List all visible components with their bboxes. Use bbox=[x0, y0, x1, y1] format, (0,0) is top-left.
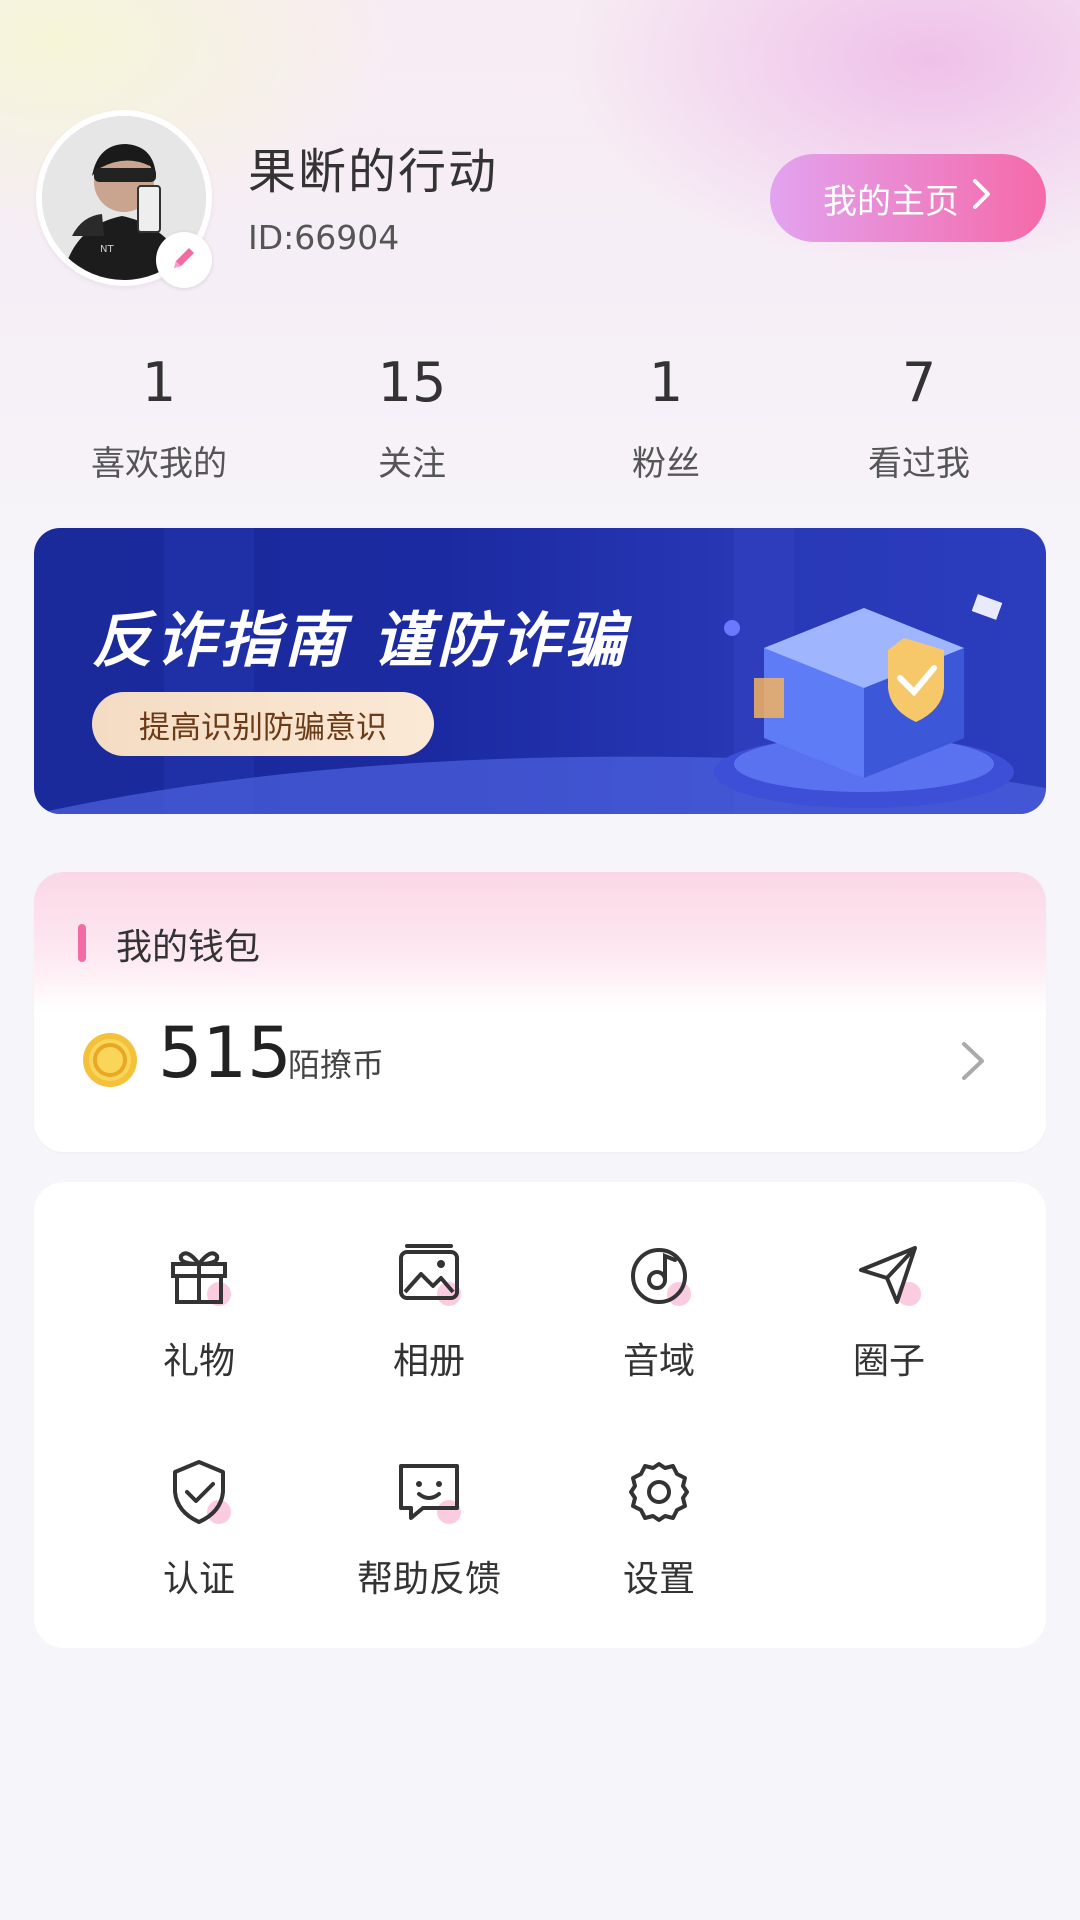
stats-row: 1 喜欢我的 15 关注 1 粉丝 7 看过我 bbox=[0, 348, 1080, 508]
menu-item-help-feedback[interactable]: 帮助反馈 bbox=[314, 1452, 544, 1602]
menu-label: 设置 bbox=[622, 1559, 695, 1600]
menu-item-album[interactable]: 相册 bbox=[314, 1234, 544, 1384]
wallet-balance: 515 bbox=[158, 1012, 292, 1094]
banner-title: 反诈指南 谨防诈骗 bbox=[92, 606, 629, 676]
chevron-right-icon bbox=[971, 177, 993, 220]
username: 果断的行动 bbox=[248, 144, 499, 200]
header-background bbox=[0, 0, 1080, 620]
svg-text:NT: NT bbox=[100, 244, 114, 255]
feature-menu: 礼物 相册 音域 圈子 认证 帮助反馈 设置 bbox=[34, 1182, 1046, 1648]
home-button-label: 我的主页 bbox=[823, 181, 959, 222]
chevron-right-icon bbox=[954, 1036, 994, 1086]
my-homepage-button[interactable]: 我的主页 bbox=[770, 154, 1046, 242]
section-accent-bar bbox=[78, 924, 86, 962]
menu-label: 相册 bbox=[392, 1341, 465, 1382]
menu-label: 音域 bbox=[622, 1341, 695, 1382]
stat-value: 15 bbox=[377, 351, 447, 414]
menu-item-verification[interactable]: 认证 bbox=[84, 1452, 314, 1602]
wallet-title: 我的钱包 bbox=[116, 927, 261, 968]
menu-item-circle[interactable]: 圈子 bbox=[774, 1234, 1004, 1384]
stat-fans[interactable]: 1 粉丝 bbox=[541, 348, 791, 485]
menu-label: 礼物 bbox=[162, 1341, 235, 1382]
stat-following[interactable]: 15 关注 bbox=[287, 348, 537, 485]
stat-label: 喜欢我的 bbox=[91, 444, 227, 484]
edit-avatar-button[interactable] bbox=[156, 232, 212, 288]
stat-label: 看过我 bbox=[868, 444, 970, 484]
stat-visitors[interactable]: 7 看过我 bbox=[794, 348, 1044, 485]
shield-icon bbox=[159, 1452, 239, 1532]
gift-icon bbox=[159, 1234, 239, 1314]
menu-item-gift[interactable]: 礼物 bbox=[84, 1234, 314, 1384]
menu-item-voice-range[interactable]: 音域 bbox=[544, 1234, 774, 1384]
send-icon bbox=[849, 1234, 929, 1314]
stat-value: 1 bbox=[648, 351, 684, 414]
menu-label: 认证 bbox=[162, 1559, 235, 1600]
banner-subtitle-pill: 提高识别防骗意识 bbox=[92, 692, 434, 756]
coin-icon bbox=[82, 1032, 138, 1088]
menu-label: 帮助反馈 bbox=[356, 1559, 501, 1600]
pencil-icon bbox=[169, 243, 199, 277]
stat-value: 1 bbox=[141, 351, 177, 414]
stat-value: 7 bbox=[901, 351, 937, 414]
menu-label: 圈子 bbox=[852, 1341, 925, 1382]
feedback-icon bbox=[389, 1452, 469, 1532]
user-id: ID:66904 bbox=[248, 218, 400, 257]
wallet-currency-unit: 陌撩币 bbox=[288, 1046, 385, 1084]
menu-item-settings[interactable]: 设置 bbox=[544, 1452, 774, 1602]
stat-label: 关注 bbox=[378, 444, 446, 484]
gear-icon bbox=[619, 1452, 699, 1532]
avatar[interactable]: NT bbox=[36, 110, 212, 288]
album-icon bbox=[389, 1234, 469, 1314]
music-icon bbox=[619, 1234, 699, 1314]
anti-fraud-banner[interactable]: 反诈指南 谨防诈骗 提高识别防骗意识 bbox=[34, 528, 1046, 814]
stat-label: 粉丝 bbox=[632, 444, 700, 484]
wallet-card[interactable]: 我的钱包 515 陌撩币 bbox=[34, 872, 1046, 1152]
stat-likes-me[interactable]: 1 喜欢我的 bbox=[34, 348, 284, 485]
